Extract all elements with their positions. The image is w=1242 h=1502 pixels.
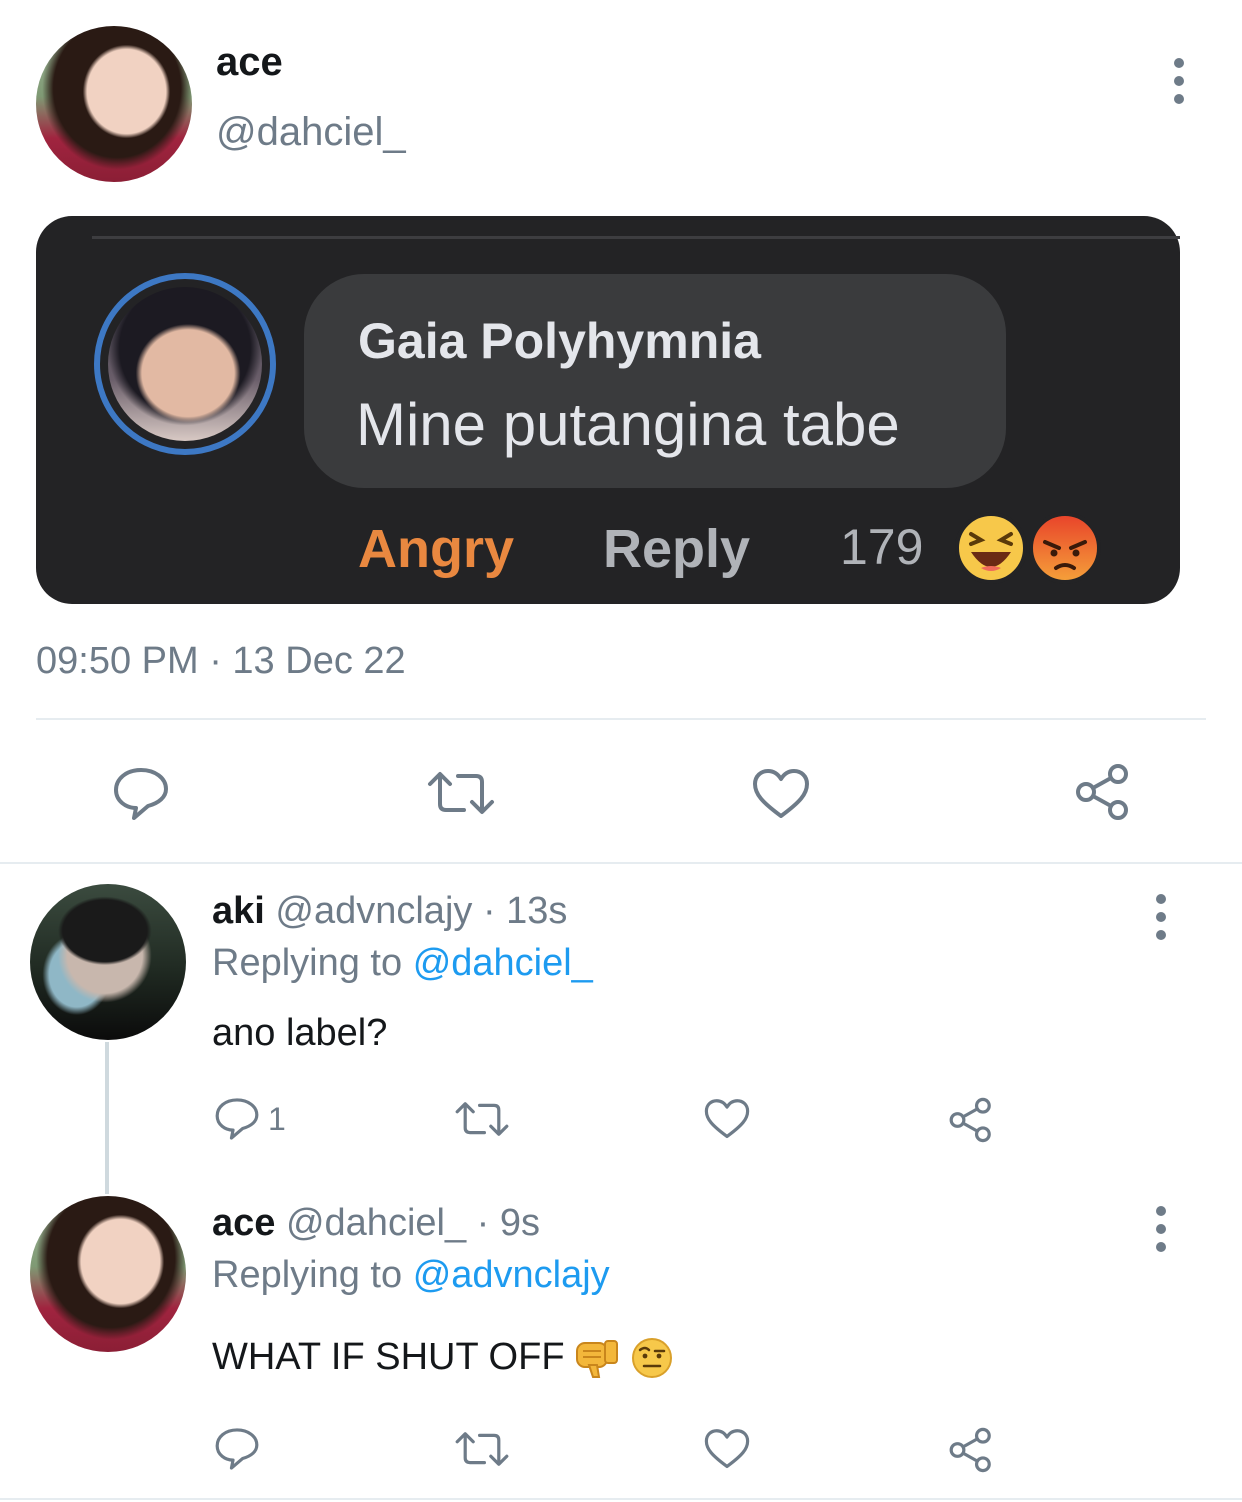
more-options-icon[interactable] [1154, 1206, 1168, 1252]
reply-header: ace @dahciel_ · 9s [212, 1202, 540, 1245]
more-options-icon[interactable] [1172, 58, 1186, 104]
comment-reaction-label: Angry [358, 519, 515, 579]
image-divider [92, 236, 1180, 239]
thumbs-down-icon [575, 1339, 618, 1378]
avatar[interactable] [30, 1196, 186, 1352]
reply-button[interactable] [112, 766, 170, 822]
like-button[interactable] [704, 1098, 750, 1140]
comment-reply-label: Reply [603, 519, 751, 579]
retweet-icon [428, 772, 494, 814]
section-divider [0, 862, 1242, 864]
avatar[interactable] [30, 884, 186, 1040]
like-button[interactable] [704, 1428, 750, 1470]
reply-time[interactable]: · 13s [483, 890, 567, 932]
heart-icon [704, 1429, 750, 1469]
haha-emoji-icon [953, 510, 1029, 586]
comment-icon [215, 1098, 259, 1140]
display-name[interactable]: aki [212, 890, 265, 932]
avatar[interactable] [36, 26, 192, 182]
share-button[interactable] [1074, 762, 1132, 822]
share-icon [949, 1427, 991, 1473]
tweet-timestamp[interactable]: 09:50 PM · 13 Dec 22 [36, 640, 406, 683]
more-options-icon[interactable] [1154, 894, 1168, 940]
reply-header: aki @advnclajy · 13s [212, 890, 567, 933]
replying-to-label: Replying to [212, 1254, 403, 1296]
heart-icon [753, 769, 809, 818]
comment-avatar [108, 287, 262, 441]
retweet-button[interactable] [426, 770, 496, 816]
reply-count: 1 [268, 1100, 286, 1137]
replying-to-handle[interactable]: @advnclajy [413, 1254, 610, 1296]
retweet-icon [455, 1432, 509, 1466]
retweet-button[interactable] [454, 1100, 510, 1138]
heart-icon [704, 1099, 750, 1139]
handle[interactable]: @advnclajy [275, 890, 472, 932]
replying-to-label: Replying to [212, 942, 403, 984]
share-button[interactable] [948, 1426, 994, 1474]
display-name[interactable]: ace [212, 1202, 275, 1244]
comment-icon [215, 1428, 259, 1470]
retweet-icon [455, 1102, 509, 1136]
share-icon [949, 1097, 991, 1143]
reply-button[interactable]: 1 [214, 1096, 286, 1142]
reply-text: ano label? [212, 1012, 388, 1054]
raised-eyebrow-face-icon [631, 1337, 672, 1378]
like-button[interactable] [752, 768, 810, 820]
reply-body: WHAT IF SHUT OFF [212, 1336, 673, 1379]
bottom-divider [0, 1498, 1242, 1500]
angry-emoji-icon [1027, 510, 1103, 586]
reply-button[interactable] [214, 1426, 260, 1472]
divider [36, 718, 1206, 720]
replying-to: Replying to @advnclajy [212, 1254, 610, 1297]
share-button[interactable] [948, 1096, 994, 1144]
share-icon [1076, 764, 1128, 820]
comment-author: Gaia Polyhymnia [358, 313, 761, 369]
comment-text: Mine putangina tabe [356, 391, 900, 458]
thread-line [105, 1042, 109, 1194]
replying-to-handle[interactable]: @dahciel_ [413, 942, 593, 984]
replying-to: Replying to @dahciel_ [212, 942, 593, 985]
retweet-button[interactable] [454, 1430, 510, 1468]
handle[interactable]: @dahciel_ [216, 110, 406, 155]
comment-icon [114, 768, 168, 820]
reply-text: WHAT IF SHUT OFF [212, 1336, 565, 1378]
comment-reaction-count: 179 [840, 519, 924, 575]
display-name[interactable]: ace [216, 40, 283, 85]
handle[interactable]: @dahciel_ [286, 1202, 466, 1244]
reply-time[interactable]: · 9s [477, 1202, 540, 1244]
